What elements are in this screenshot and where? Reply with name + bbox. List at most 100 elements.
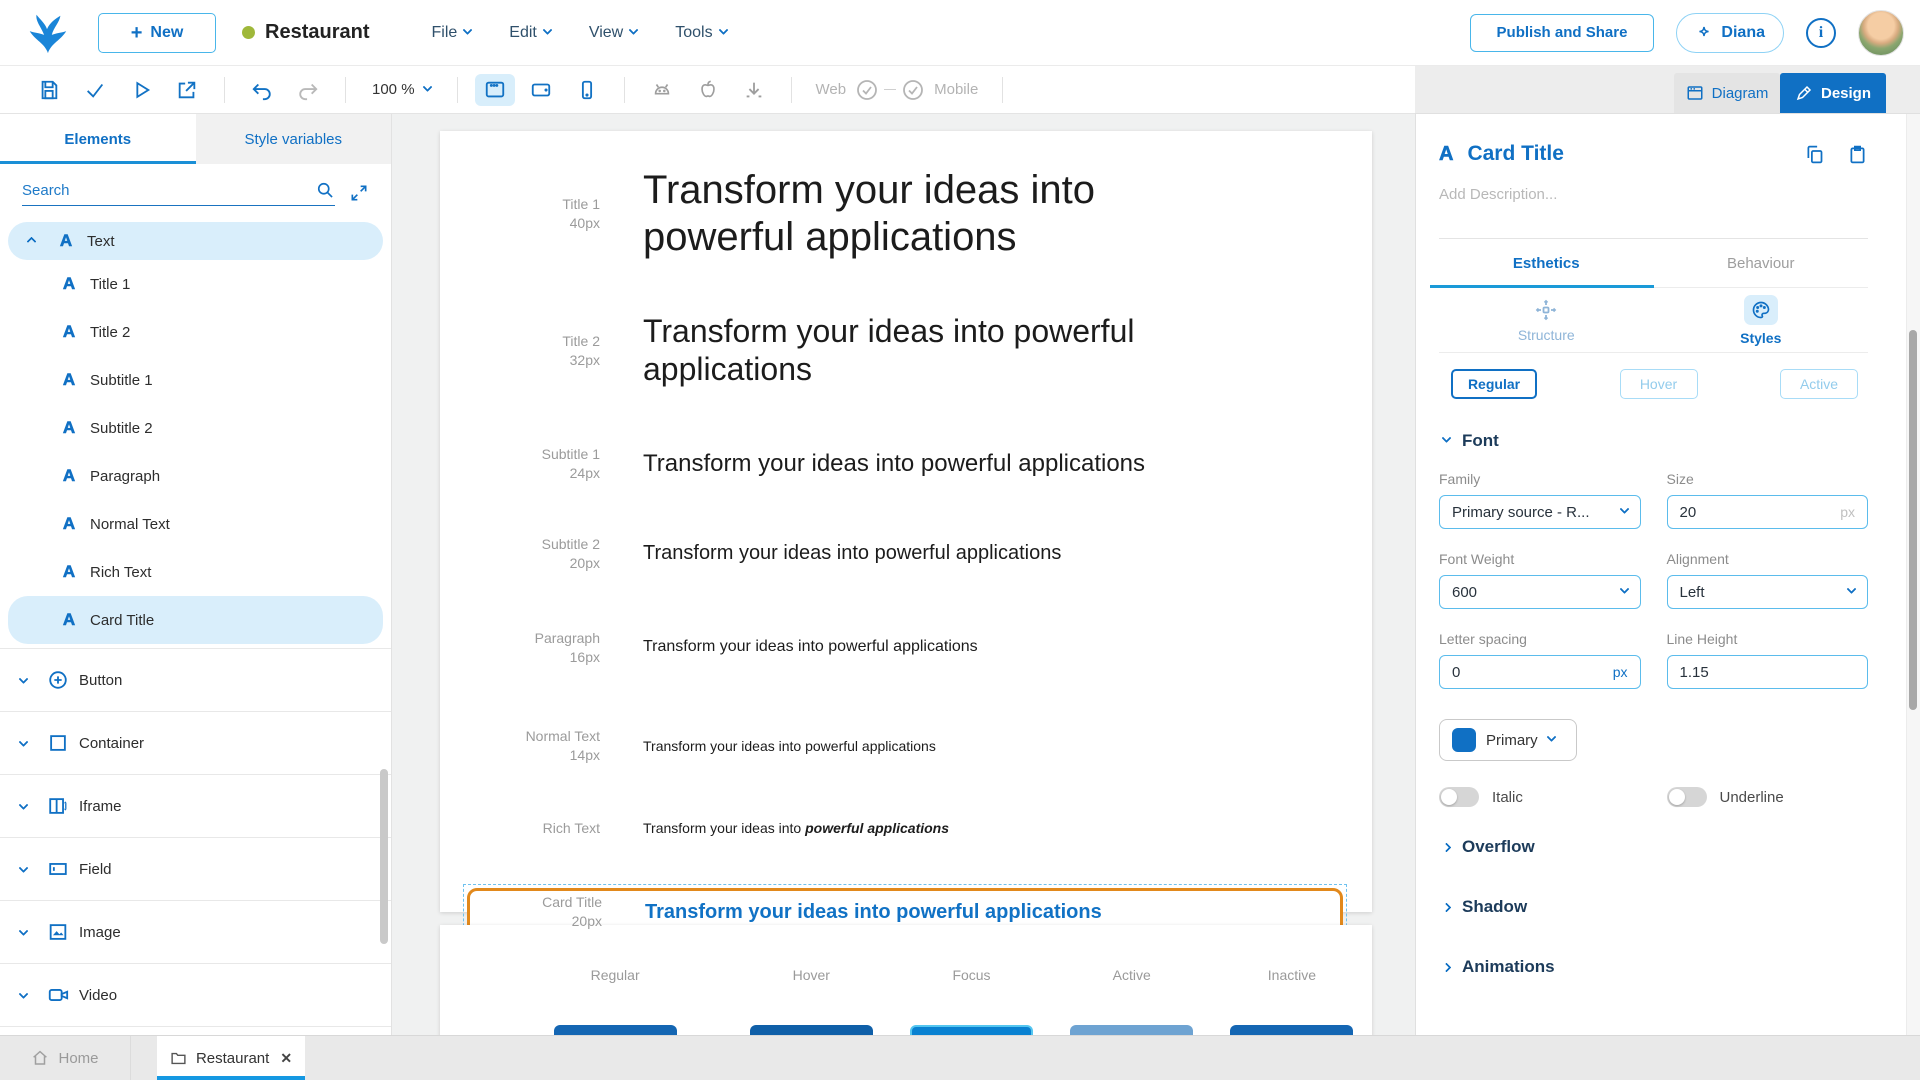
mobile-check-icon[interactable]	[901, 78, 925, 102]
undo-icon[interactable]	[239, 79, 285, 101]
canvas-row-rich-text[interactable]: Rich Text Transform your ideas into powe…	[440, 819, 1372, 838]
subtab-styles[interactable]: Styles	[1654, 288, 1869, 352]
sidebar-scrollbar[interactable]	[380, 769, 388, 944]
web-check-icon[interactable]	[855, 78, 879, 102]
canvas-page-typography[interactable]: Title 140px Transform your ideas into po…	[440, 131, 1372, 912]
app-logo-icon[interactable]	[24, 10, 70, 56]
search-icon[interactable]	[315, 180, 335, 200]
state-hover-button[interactable]: Hover	[1620, 369, 1698, 399]
canvas-page-button-states[interactable]: Regular Hover Focus Active Inactive	[440, 925, 1372, 1035]
scrollbar-thumb[interactable]	[1909, 330, 1917, 710]
sample-button-regular[interactable]	[554, 1025, 677, 1035]
sample-text-normal[interactable]: Transform your ideas into powerful appli…	[600, 738, 936, 755]
sidebar-item-paragraph[interactable]: AParagraph	[0, 452, 391, 500]
sample-button-focus[interactable]	[910, 1025, 1033, 1035]
new-button[interactable]: + New	[98, 13, 216, 53]
sidebar-group-item[interactable]: Item	[0, 1031, 391, 1035]
menu-tools[interactable]: Tools	[675, 24, 726, 42]
font-size-input[interactable]: 20px	[1667, 495, 1869, 529]
tablet-view-icon[interactable]	[521, 74, 561, 106]
sample-button-active[interactable]	[1070, 1025, 1193, 1035]
tab-diagram[interactable]: Diagram	[1674, 73, 1780, 113]
sample-text-paragraph[interactable]: Transform your ideas into powerful appli…	[600, 638, 978, 657]
overflow-section-header[interactable]: Overflow	[1439, 837, 1868, 857]
phone-view-icon[interactable]	[567, 74, 607, 106]
sidebar-group-button[interactable]: Button	[0, 653, 391, 707]
canvas-row-paragraph[interactable]: Paragraph16px Transform your ideas into …	[440, 629, 1372, 667]
line-height-input[interactable]: 1.15	[1667, 655, 1869, 689]
expand-panel-icon[interactable]	[349, 183, 369, 203]
sidebar-item-normal-text[interactable]: ANormal Text	[0, 500, 391, 548]
redo-icon[interactable]	[285, 79, 331, 101]
state-regular-button[interactable]: Regular	[1451, 369, 1537, 399]
zoom-level-dropdown[interactable]: 100 %	[360, 81, 443, 98]
publish-and-share-button[interactable]: Publish and Share	[1470, 14, 1655, 52]
tab-design[interactable]: Design	[1780, 73, 1886, 113]
sidebar-item-title-1[interactable]: ATitle 1	[0, 260, 391, 308]
export-icon[interactable]	[164, 79, 210, 101]
sample-text-card-title[interactable]: Transform your ideas into powerful appli…	[602, 901, 1102, 925]
sidebar-group-container[interactable]: Container	[0, 716, 391, 770]
desktop-view-icon[interactable]	[475, 74, 515, 106]
close-tab-icon[interactable]: ✕	[280, 1050, 292, 1067]
tab-esthetics[interactable]: Esthetics	[1439, 239, 1654, 287]
sidebar-group-video[interactable]: Video	[0, 968, 391, 1022]
sidebar-item-title-2[interactable]: ATitle 2	[0, 308, 391, 356]
alignment-select[interactable]: Left	[1667, 575, 1869, 609]
italic-toggle[interactable]	[1439, 787, 1479, 807]
sample-text-title2[interactable]: Transform your ideas into powerful appli…	[600, 313, 1280, 389]
font-family-select[interactable]: Primary source - R...	[1439, 495, 1641, 529]
sidebar-group-field[interactable]: Field	[0, 842, 391, 896]
sidebar-item-subtitle-2[interactable]: ASubtitle 2	[0, 404, 391, 452]
sidebar-group-text[interactable]: A Text	[8, 222, 383, 260]
canvas-row-subtitle2[interactable]: Subtitle 220px Transform your ideas into…	[440, 535, 1372, 573]
tab-behaviour[interactable]: Behaviour	[1654, 239, 1869, 287]
paste-clipboard-icon[interactable]	[1847, 144, 1868, 165]
font-section-header[interactable]: Font	[1439, 431, 1868, 451]
sidebar-item-subtitle-1[interactable]: ASubtitle 1	[0, 356, 391, 404]
info-icon[interactable]: i	[1806, 18, 1836, 48]
design-canvas[interactable]: Title 140px Transform your ideas into po…	[392, 114, 1415, 1035]
canvas-row-normal-text[interactable]: Normal Text14px Transform your ideas int…	[440, 727, 1372, 765]
search-input[interactable]	[22, 182, 315, 199]
underline-toggle[interactable]	[1667, 787, 1707, 807]
sample-text-subtitle2[interactable]: Transform your ideas into powerful appli…	[600, 542, 1061, 566]
tab-style-variables[interactable]: Style variables	[196, 114, 392, 164]
canvas-row-subtitle1[interactable]: Subtitle 124px Transform your ideas into…	[440, 445, 1372, 483]
ai-assistant-button[interactable]: Diana	[1676, 13, 1784, 53]
state-active-button[interactable]: Active	[1780, 369, 1858, 399]
apple-icon[interactable]	[685, 79, 731, 101]
page-scrollbar[interactable]	[1906, 114, 1920, 1035]
save-icon[interactable]	[26, 79, 72, 101]
android-icon[interactable]	[639, 79, 685, 101]
canvas-row-title2[interactable]: Title 232px Transform your ideas into po…	[440, 313, 1372, 389]
sample-text-subtitle1[interactable]: Transform your ideas into powerful appli…	[600, 450, 1145, 478]
menu-view[interactable]: View	[589, 24, 637, 42]
download-icon[interactable]	[731, 79, 777, 101]
text-color-select[interactable]: Primary	[1439, 719, 1577, 761]
sidebar-group-iframe[interactable]: Iframe	[0, 779, 391, 833]
description-input[interactable]	[1439, 186, 1868, 203]
sidebar-item-rich-text[interactable]: ARich Text	[0, 548, 391, 596]
menu-file[interactable]: File	[431, 24, 471, 42]
subtab-structure[interactable]: Structure	[1439, 288, 1654, 352]
sample-button-inactive[interactable]	[1230, 1025, 1353, 1035]
tab-elements[interactable]: Elements	[0, 114, 196, 164]
user-avatar[interactable]	[1858, 10, 1904, 56]
sample-text-title1[interactable]: Transform your ideas into powerful appli…	[600, 167, 1210, 261]
copy-icon[interactable]	[1804, 144, 1825, 165]
validate-icon[interactable]	[72, 79, 118, 101]
canvas-row-title1[interactable]: Title 140px Transform your ideas into po…	[440, 167, 1372, 261]
sample-button-hover[interactable]	[750, 1025, 873, 1035]
animations-section-header[interactable]: Animations	[1439, 957, 1868, 977]
sample-text-rich[interactable]: Transform your ideas into powerful appli…	[600, 820, 949, 837]
letter-spacing-input[interactable]: 0px	[1439, 655, 1641, 689]
sidebar-group-image[interactable]: Image	[0, 905, 391, 959]
preview-play-icon[interactable]	[118, 79, 164, 101]
tab-home[interactable]: Home	[0, 1036, 131, 1080]
font-weight-select[interactable]: 600	[1439, 575, 1641, 609]
menu-edit[interactable]: Edit	[509, 24, 551, 42]
tab-restaurant-project[interactable]: Restaurant ✕	[157, 1036, 305, 1080]
sidebar-item-card-title[interactable]: ACard Title	[8, 596, 383, 644]
shadow-section-header[interactable]: Shadow	[1439, 897, 1868, 917]
